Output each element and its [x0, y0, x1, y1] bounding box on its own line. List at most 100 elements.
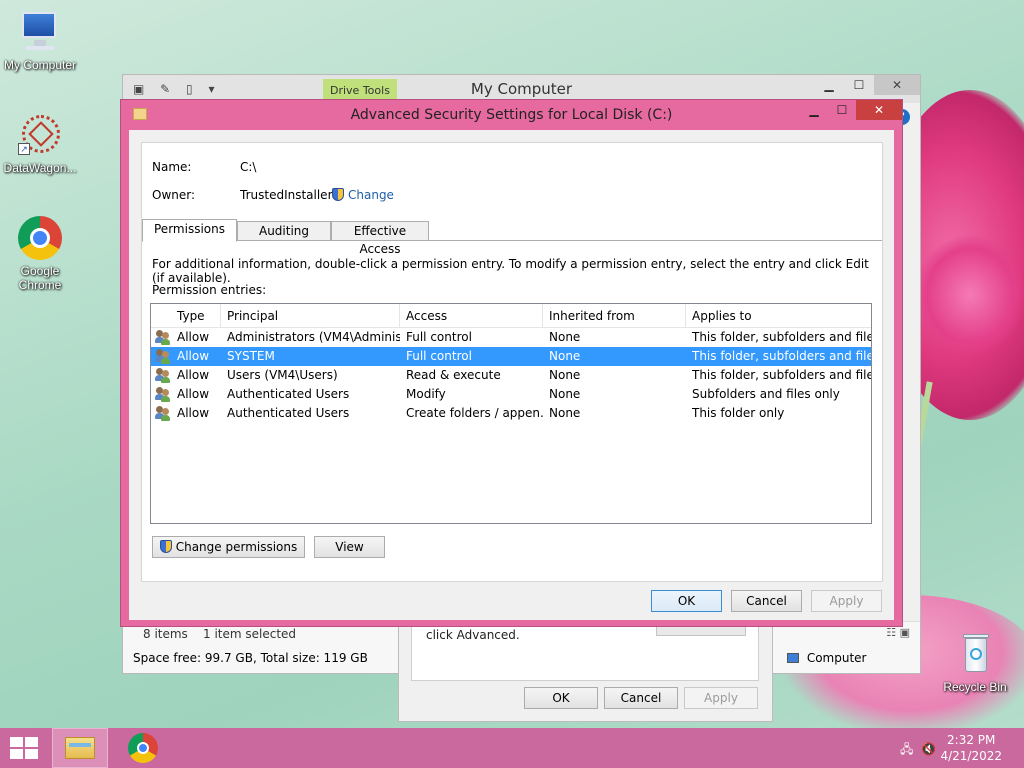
folder-icon [65, 737, 95, 759]
clock-date: 4/21/2022 [940, 749, 1002, 763]
cell-access: Full control [406, 349, 472, 363]
cell-applies: Subfolders and files only [692, 387, 840, 401]
column-header-inherited[interactable]: Inherited from [543, 304, 686, 328]
close-button[interactable]: ✕ [874, 75, 920, 95]
computer-icon [18, 10, 62, 54]
advanced-security-dialog[interactable]: Advanced Security Settings for Local Dis… [120, 99, 903, 627]
taskbar: 🖧 🔇 2:32 PM 4/21/2022 [0, 728, 1024, 768]
cell-type: Allow [177, 406, 210, 420]
computer-small-icon [787, 653, 799, 663]
cell-applies: This folder only [692, 406, 785, 420]
maximize-button[interactable]: ☐ [828, 100, 856, 120]
cell-principal: Authenticated Users [227, 387, 350, 401]
desktop-icon-label: Recycle Bin [943, 680, 1007, 694]
system-tray[interactable]: 🖧 🔇 [900, 740, 936, 761]
dialog-titlebar[interactable]: Advanced Security Settings for Local Dis… [121, 100, 902, 130]
info-text: For additional information, double-click… [152, 257, 869, 285]
desktop-icon-google-chrome[interactable]: Google Chrome [0, 216, 80, 292]
uac-shield-icon [159, 540, 172, 553]
ok-button[interactable]: OK [651, 590, 722, 612]
taskbar-file-explorer[interactable] [52, 728, 108, 768]
uac-shield-icon [332, 188, 344, 201]
status-item-count: 8 items [143, 627, 188, 641]
status-location-label: Computer [806, 651, 867, 665]
cell-type: Allow [177, 330, 210, 344]
props-ok-button[interactable]: OK [524, 687, 598, 709]
owner-value: TrustedInstaller [240, 188, 333, 202]
dialog-client: Name: C:\ Owner: TrustedInstaller Change… [129, 130, 894, 620]
props-apply-button[interactable]: Apply [684, 687, 758, 709]
permission-entry-row[interactable]: Allow Authenticated Users Create folders /… [151, 404, 871, 423]
taskbar-clock[interactable]: 2:32 PM 4/21/2022 [940, 732, 1002, 764]
status-space: Space free: 99.7 GB, Total size: 119 GB [133, 651, 368, 665]
user-group-icon [155, 387, 171, 402]
taskbar-chrome[interactable] [118, 728, 168, 768]
cell-access: Create folders / appen... [406, 406, 543, 420]
desktop-icon-my-computer[interactable]: My Computer [0, 10, 80, 72]
chrome-icon [18, 216, 62, 260]
user-group-icon [155, 349, 171, 364]
minimize-button[interactable]: ▁ [814, 75, 844, 95]
volume-muted-icon[interactable]: 🔇 [921, 742, 936, 756]
apply-button[interactable]: Apply [811, 590, 882, 612]
tab-permissions[interactable]: Permissions [142, 219, 237, 242]
cell-applies: This folder, subfolders and files [692, 349, 871, 363]
start-button[interactable] [8, 736, 40, 760]
change-permissions-button[interactable]: Change permissions [152, 536, 305, 558]
tab-divider [142, 240, 882, 241]
user-group-icon [155, 368, 171, 383]
cell-access: Read & execute [406, 368, 501, 382]
permission-entry-row[interactable]: Allow Administrators (VM4\Adminis... Full … [151, 328, 871, 347]
tab-auditing[interactable]: Auditing [237, 221, 331, 241]
column-header-principal[interactable]: Principal [221, 304, 400, 328]
permission-entries-list[interactable]: Type Principal Access Inherited from App… [150, 303, 872, 524]
props-cancel-button[interactable]: Cancel [604, 687, 678, 709]
cell-inherited: None [549, 368, 581, 382]
desktop-icon-label: My Computer [3, 58, 77, 72]
cell-principal: Users (VM4\Users) [227, 368, 338, 382]
user-group-icon [155, 330, 171, 345]
column-header-access[interactable]: Access [400, 304, 543, 328]
desktop-icon-recycle-bin[interactable]: Recycle Bin [935, 632, 1015, 694]
cell-access: Full control [406, 330, 472, 344]
maximize-button[interactable]: ☐ [844, 75, 874, 95]
cell-type: Allow [177, 368, 210, 382]
desktop-icon-label: Google Chrome [18, 264, 62, 292]
user-group-icon [155, 406, 171, 421]
cancel-button[interactable]: Cancel [731, 590, 802, 612]
permission-entry-row[interactable]: Allow Users (VM4\Users) Read & execute None… [151, 366, 871, 385]
view-button[interactable]: View [314, 536, 385, 558]
close-button[interactable]: ✕ [856, 100, 902, 120]
tab-effective-access[interactable]: Effective Access [331, 221, 429, 256]
owner-label: Owner: [152, 188, 196, 202]
desktop-icon-datawagon[interactable]: ↗ DataWagon... [0, 113, 80, 175]
clock-time: 2:32 PM [947, 733, 996, 747]
permission-entry-row[interactable]: Allow Authenticated Users Modify None Subfol… [151, 385, 871, 404]
status-location: Computer [787, 651, 866, 665]
column-header-applies[interactable]: Applies to [686, 304, 871, 328]
cell-type: Allow [177, 387, 210, 401]
change-permissions-label: Change permissions [175, 540, 298, 554]
wallpaper-flower-small [915, 235, 1024, 355]
tab-strip: Permissions Auditing Effective Access [142, 219, 882, 256]
cell-type: Allow [177, 349, 210, 363]
cell-inherited: None [549, 406, 581, 420]
recycle-bin-icon [953, 632, 997, 676]
cell-principal: Administrators (VM4\Adminis... [227, 330, 400, 344]
cell-principal: Authenticated Users [227, 406, 350, 420]
permission-entry-row[interactable]: Allow SYSTEM Full control None This folder, … [151, 347, 871, 366]
cell-inherited: None [549, 349, 581, 363]
permission-entries-label: Permission entries: [152, 283, 267, 297]
name-value: C:\ [240, 160, 257, 174]
minimize-button[interactable]: ▁ [800, 100, 828, 120]
datawagon-icon: ↗ [18, 113, 62, 157]
cell-access: Modify [406, 387, 446, 401]
change-owner-link[interactable]: Change [332, 188, 394, 202]
cell-applies: This folder, subfolders and files [692, 368, 871, 382]
explorer-title: My Computer [470, 80, 573, 98]
cell-principal: SYSTEM [227, 349, 275, 363]
column-header-type[interactable]: Type [171, 304, 221, 328]
view-toggle-icons[interactable]: ☷ ▣ [886, 626, 910, 639]
network-icon[interactable]: 🖧 [900, 742, 913, 756]
cell-inherited: None [549, 387, 581, 401]
